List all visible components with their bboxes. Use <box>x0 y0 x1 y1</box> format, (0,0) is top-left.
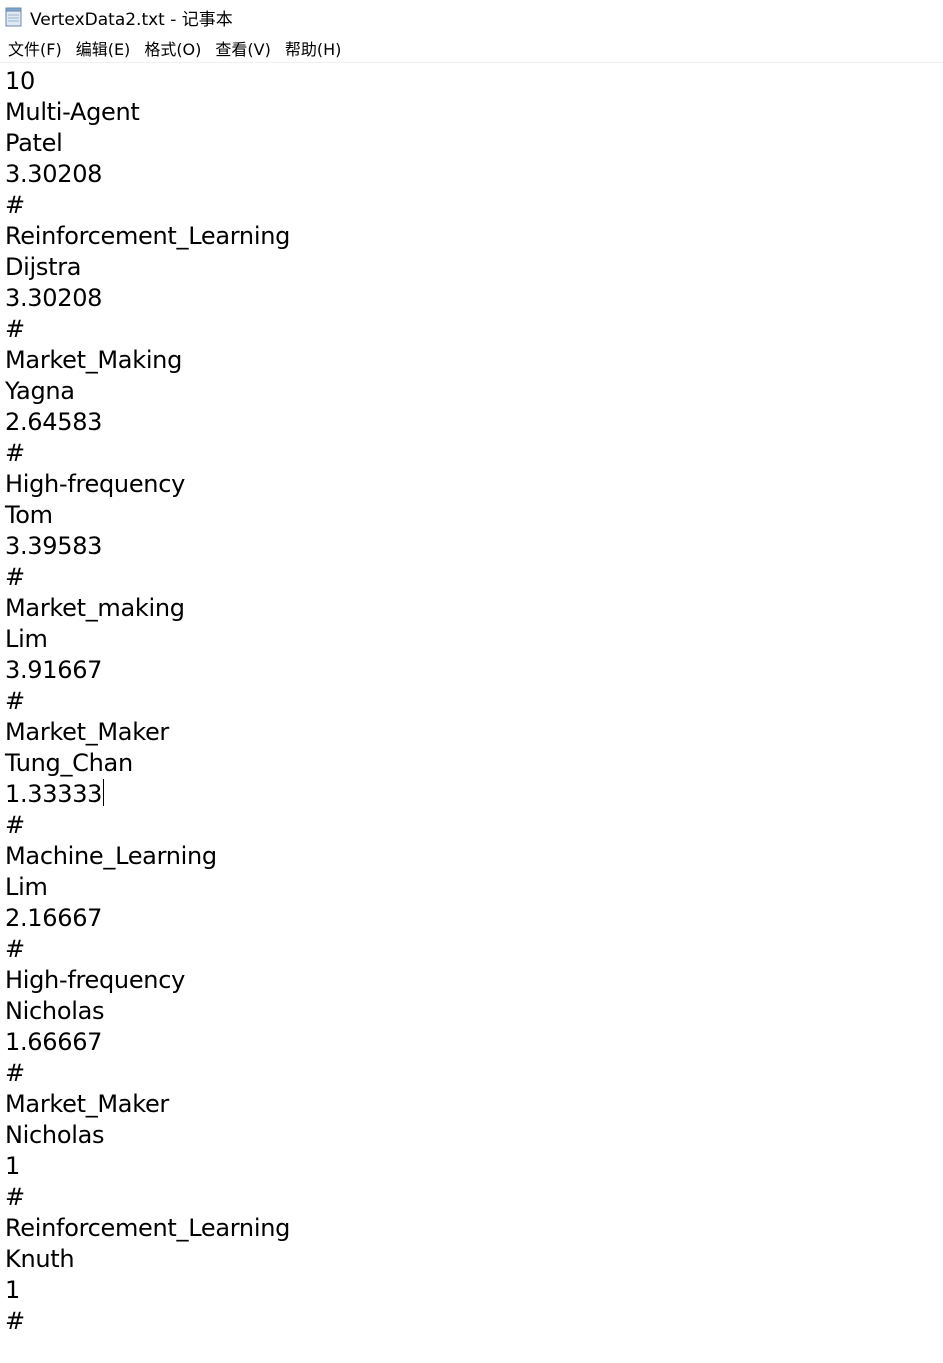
text-line-content: 3.39583 <box>5 532 103 560</box>
text-line: 1 <box>5 1151 943 1182</box>
text-line-content: Market_Maker <box>5 1090 169 1118</box>
text-line: Market_Maker <box>5 717 943 748</box>
text-line-content: Tung_Chan <box>5 749 133 777</box>
text-line-content: # <box>5 1059 25 1087</box>
text-line: 10 <box>5 66 943 97</box>
text-line-content: Yagna <box>5 377 75 405</box>
text-line: # <box>5 686 943 717</box>
text-line-content: 2.16667 <box>5 904 103 932</box>
text-line: 3.30208 <box>5 283 943 314</box>
text-caret <box>103 779 105 806</box>
text-line: Patel <box>5 128 943 159</box>
text-line-content: Nicholas <box>5 997 105 1025</box>
text-line-content: 1.33333 <box>5 780 103 808</box>
text-line-content: # <box>5 439 25 467</box>
text-line: Multi-Agent <box>5 97 943 128</box>
text-line-content: Lim <box>5 873 48 901</box>
text-line: Market_Making <box>5 345 943 376</box>
text-line-content: Tom <box>5 501 53 529</box>
text-line: 3.91667 <box>5 655 943 686</box>
window-title: VertexData2.txt - 记事本 <box>30 9 233 30</box>
menu-view[interactable]: 查看(V) <box>209 34 276 62</box>
text-line: 3.30208 <box>5 159 943 190</box>
text-line-content: 1 <box>5 1152 20 1180</box>
text-line-content: 2.64583 <box>5 408 103 436</box>
text-line-content: # <box>5 315 25 343</box>
text-line-content: Multi-Agent <box>5 98 140 126</box>
text-line: # <box>5 1058 943 1089</box>
text-line: Nicholas <box>5 996 943 1027</box>
text-line-content: Market_Maker <box>5 718 169 746</box>
text-line: # <box>5 562 943 593</box>
text-line-content: # <box>5 687 25 715</box>
text-line: Reinforcement_Learning <box>5 1213 943 1244</box>
text-line: 2.64583 <box>5 407 943 438</box>
text-line: # <box>5 438 943 469</box>
text-line-content: # <box>5 191 25 219</box>
menu-help[interactable]: 帮助(H) <box>279 34 348 62</box>
text-line-content: High-frequency <box>5 470 185 498</box>
text-line: 1.33333 <box>5 779 943 810</box>
text-line-content: Machine_Learning <box>5 842 217 870</box>
text-line: # <box>5 190 943 221</box>
text-line-content: 1 <box>5 1276 20 1304</box>
text-line-content: 10 <box>5 67 35 95</box>
text-line: Lim <box>5 624 943 655</box>
menu-file[interactable]: 文件(F) <box>2 34 68 62</box>
text-line-content: Market_making <box>5 594 185 622</box>
text-line: # <box>5 314 943 345</box>
text-line-content: 3.30208 <box>5 160 103 188</box>
text-line: Lim <box>5 872 943 903</box>
text-line: Market_making <box>5 593 943 624</box>
text-line-content: High-frequency <box>5 966 185 994</box>
text-line-content: Market_Making <box>5 346 183 374</box>
text-line: # <box>5 1306 943 1337</box>
text-line: Yagna <box>5 376 943 407</box>
text-line: Tung_Chan <box>5 748 943 779</box>
text-line: High-frequency <box>5 965 943 996</box>
text-line-content: Nicholas <box>5 1121 105 1149</box>
text-line: High-frequency <box>5 469 943 500</box>
text-line-content: Lim <box>5 625 48 653</box>
text-line: 1.66667 <box>5 1027 943 1058</box>
text-line-content: 3.30208 <box>5 284 103 312</box>
text-line-content: # <box>5 1307 25 1335</box>
text-line-content: 1.66667 <box>5 1028 103 1056</box>
text-line: 3.39583 <box>5 531 943 562</box>
text-line: Tom <box>5 500 943 531</box>
text-line-content: 3.91667 <box>5 656 103 684</box>
text-line-content: # <box>5 1183 25 1211</box>
menu-bar: 文件(F) 编辑(E) 格式(O) 查看(V) 帮助(H) <box>0 34 943 63</box>
notepad-icon <box>4 7 24 27</box>
text-line: Nicholas <box>5 1120 943 1151</box>
text-line-content: Reinforcement_Learning <box>5 1214 291 1242</box>
text-line: # <box>5 810 943 841</box>
text-line: 2.16667 <box>5 903 943 934</box>
title-bar: VertexData2.txt - 记事本 <box>0 0 943 34</box>
text-editor[interactable]: 10 Multi-Agent Patel 3.30208 # Reinforcement_… <box>0 64 943 1363</box>
text-line: Knuth <box>5 1244 943 1275</box>
text-line: 1 <box>5 1275 943 1306</box>
text-line-content: Dijstra <box>5 253 82 281</box>
text-line-content: # <box>5 811 25 839</box>
text-line: Dijstra <box>5 252 943 283</box>
text-line: Machine_Learning <box>5 841 943 872</box>
text-line: Reinforcement_Learning <box>5 221 943 252</box>
text-line-content: Reinforcement_Learning <box>5 222 291 250</box>
text-line: Market_Maker <box>5 1089 943 1120</box>
text-line-content: Patel <box>5 129 63 157</box>
menu-format[interactable]: 格式(O) <box>138 34 207 62</box>
text-line-content: # <box>5 563 25 591</box>
menu-edit[interactable]: 编辑(E) <box>70 34 137 62</box>
text-line-content: Knuth <box>5 1245 75 1273</box>
text-line-content: # <box>5 935 25 963</box>
text-line: # <box>5 1182 943 1213</box>
text-line: # <box>5 934 943 965</box>
